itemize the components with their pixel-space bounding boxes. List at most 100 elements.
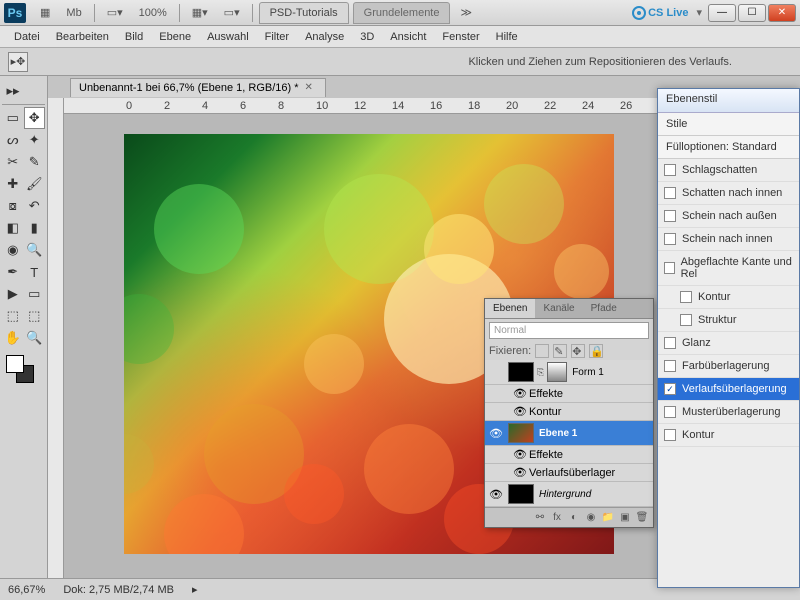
layer-style-item[interactable]: Struktur	[658, 309, 799, 332]
layer-row[interactable]: ⎘ Form 1	[485, 360, 653, 385]
menu-analyse[interactable]: Analyse	[297, 28, 352, 46]
layer-effect-item[interactable]: 👁 Verlaufsüberlager	[485, 464, 653, 482]
cslive-icon[interactable]	[632, 6, 646, 20]
path-selection-tool[interactable]: ▶	[2, 283, 24, 305]
lasso-tool[interactable]: ᔕ	[2, 129, 24, 151]
hand-tool[interactable]: ✋	[2, 327, 24, 349]
arrange-icon[interactable]: ▦▾	[186, 4, 214, 21]
group-icon[interactable]: 📁	[601, 511, 615, 525]
menu-hilfe[interactable]: Hilfe	[488, 28, 526, 46]
lock-pixels-icon[interactable]: ✎	[553, 344, 567, 358]
adjustment-layer-icon[interactable]: ◉	[584, 511, 598, 525]
layer-style-icon[interactable]: fx	[550, 511, 564, 525]
layer-row[interactable]: 👁 Hintergrund	[485, 482, 653, 507]
menu-datei[interactable]: Datei	[6, 28, 48, 46]
bridge-icon[interactable]: ▦	[34, 4, 56, 21]
maximize-button[interactable]: ☐	[738, 4, 766, 22]
eyedropper-tool[interactable]: ✎	[24, 151, 46, 173]
layer-style-item[interactable]: Schein nach innen	[658, 228, 799, 251]
menu-auswahl[interactable]: Auswahl	[199, 28, 257, 46]
layer-effects-row[interactable]: 👁 Effekte	[485, 446, 653, 464]
visibility-toggle[interactable]: 👁	[511, 466, 529, 479]
3d-tool[interactable]: ⬚	[2, 305, 24, 327]
history-brush-tool[interactable]: ↶	[24, 195, 46, 217]
tab-pfade[interactable]: Pfade	[583, 299, 625, 318]
cslive-label[interactable]: CS Live	[648, 7, 688, 19]
move-tool[interactable]: ✥	[24, 107, 46, 129]
menu-3d[interactable]: 3D	[352, 28, 382, 46]
dodge-tool[interactable]: 🔍	[24, 239, 46, 261]
minibridge-icon[interactable]: Mb	[60, 5, 87, 21]
link-layers-icon[interactable]: ⚯	[533, 511, 547, 525]
visibility-toggle[interactable]: 👁	[511, 448, 529, 461]
tab-ebenen[interactable]: Ebenen	[485, 299, 535, 318]
layer-thumbnail[interactable]	[508, 423, 534, 443]
style-checkbox[interactable]	[680, 314, 692, 326]
expand-toolbox-icon[interactable]: ▸▸	[2, 80, 24, 102]
type-tool[interactable]: T	[24, 261, 46, 283]
status-menu-icon[interactable]: ▸	[192, 583, 198, 596]
blur-tool[interactable]: ◉	[2, 239, 24, 261]
style-checkbox[interactable]	[664, 262, 675, 274]
pen-tool[interactable]: ✒	[2, 261, 24, 283]
foreground-color-swatch[interactable]	[6, 355, 24, 373]
healing-brush-tool[interactable]: ✚	[2, 173, 24, 195]
marquee-tool[interactable]: ▭	[2, 107, 24, 129]
screen-mode-icon[interactable]: ▭▾	[101, 4, 129, 21]
new-layer-icon[interactable]: ▣	[618, 511, 632, 525]
style-checkbox[interactable]	[664, 233, 676, 245]
layer-effects-row[interactable]: 👁 Effekte	[485, 385, 653, 403]
tab-kanaele[interactable]: Kanäle	[535, 299, 582, 318]
workspace-tab-psd-tutorials[interactable]: PSD-Tutorials	[259, 2, 349, 24]
style-checkbox[interactable]	[664, 383, 676, 395]
shape-tool[interactable]: ▭	[24, 283, 46, 305]
layer-effect-item[interactable]: 👁 Kontur	[485, 403, 653, 421]
layer-style-item[interactable]: Schein nach außen	[658, 205, 799, 228]
layer-mask-icon[interactable]: ◐	[567, 511, 581, 525]
color-swatches[interactable]	[2, 355, 45, 385]
style-checkbox[interactable]	[680, 291, 692, 303]
layer-style-item[interactable]: Glanz	[658, 332, 799, 355]
zoom-level[interactable]: 100%	[133, 5, 173, 21]
styles-header[interactable]: Stile	[658, 113, 799, 136]
style-checkbox[interactable]	[664, 406, 676, 418]
layer-row[interactable]: 👁 Ebene 1	[485, 421, 653, 446]
style-checkbox[interactable]	[664, 210, 676, 222]
visibility-toggle[interactable]: 👁	[487, 427, 505, 440]
crop-tool[interactable]: ✂	[2, 151, 24, 173]
lock-transparency-icon[interactable]	[535, 344, 549, 358]
menu-ansicht[interactable]: Ansicht	[382, 28, 434, 46]
style-checkbox[interactable]	[664, 187, 676, 199]
close-button[interactable]: ✕	[768, 4, 796, 22]
document-tab[interactable]: Unbenannt-1 bei 66,7% (Ebene 1, RGB/16) …	[70, 78, 326, 97]
layer-style-item[interactable]: Abgeflachte Kante und Rel	[658, 251, 799, 286]
menu-fenster[interactable]: Fenster	[434, 28, 487, 46]
visibility-toggle[interactable]: 👁	[511, 405, 529, 418]
eraser-tool[interactable]: ◧	[2, 217, 24, 239]
view-extras-icon[interactable]: ▭▾	[218, 4, 246, 21]
layer-style-item[interactable]: Kontur	[658, 286, 799, 309]
close-document-icon[interactable]: ✕	[305, 82, 317, 94]
layer-style-item[interactable]: Kontur	[658, 424, 799, 447]
style-checkbox[interactable]	[664, 337, 676, 349]
mask-thumbnail[interactable]	[547, 362, 567, 382]
workspace-tab-grundelemente[interactable]: Grundelemente	[353, 2, 451, 24]
lock-position-icon[interactable]: ✥	[571, 344, 585, 358]
magic-wand-tool[interactable]: ✦	[24, 129, 46, 151]
menu-bild[interactable]: Bild	[117, 28, 151, 46]
delete-layer-icon[interactable]: 🗑	[635, 511, 649, 525]
gradient-tool[interactable]: ▮	[24, 217, 46, 239]
menu-bearbeiten[interactable]: Bearbeiten	[48, 28, 117, 46]
layer-style-item[interactable]: Schlagschatten	[658, 159, 799, 182]
layer-thumbnail[interactable]	[508, 484, 534, 504]
menu-filter[interactable]: Filter	[257, 28, 297, 46]
layer-style-item[interactable]: Schatten nach innen	[658, 182, 799, 205]
menu-ebene[interactable]: Ebene	[151, 28, 199, 46]
clone-stamp-tool[interactable]: ⧇	[2, 195, 24, 217]
status-zoom[interactable]: 66,67%	[8, 584, 45, 596]
cslive-dropdown-icon[interactable]: ▾	[696, 6, 702, 19]
layer-thumbnail[interactable]	[508, 362, 534, 382]
visibility-toggle[interactable]: 👁	[511, 387, 529, 400]
brush-tool[interactable]: 🖌	[24, 173, 46, 195]
status-doc-size[interactable]: Dok: 2,75 MB/2,74 MB	[63, 584, 174, 596]
